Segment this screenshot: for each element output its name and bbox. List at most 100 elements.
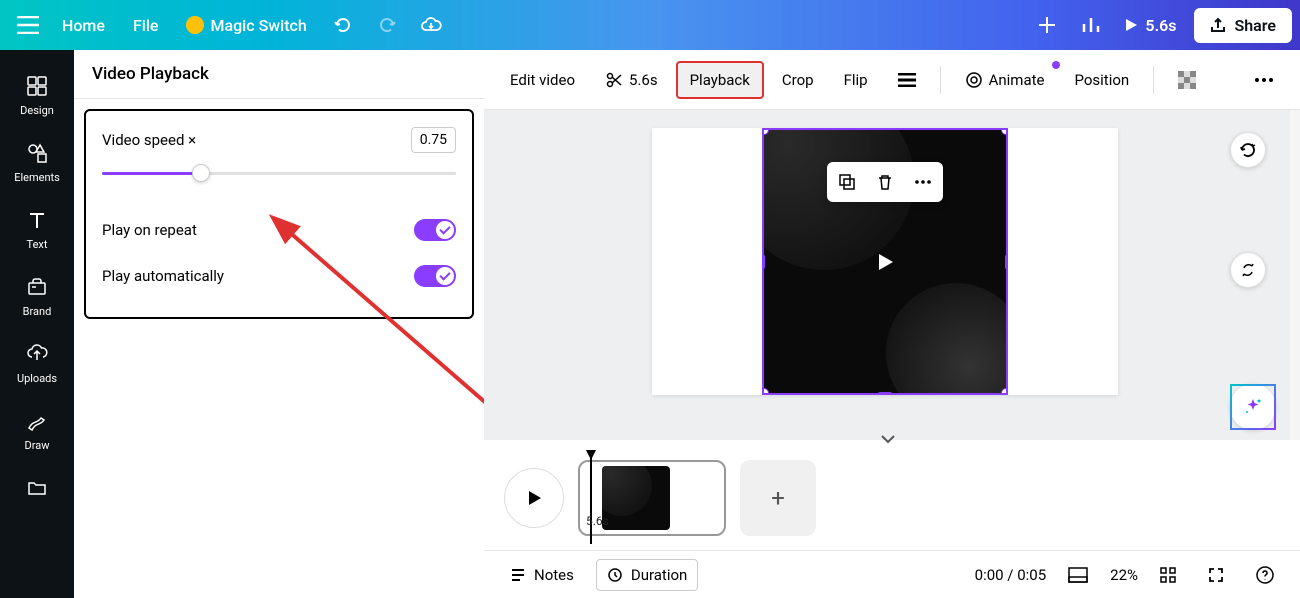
delete-button[interactable] (873, 170, 897, 194)
speed-slider[interactable] (102, 163, 456, 183)
elements-icon (25, 141, 49, 165)
help-button[interactable] (1246, 560, 1284, 590)
video-element[interactable] (762, 128, 1008, 395)
undo-button[interactable] (321, 5, 365, 45)
trim-label: 5.6s (629, 71, 658, 89)
sidebar-item-label: Draw (25, 439, 50, 452)
redo-button[interactable] (365, 5, 409, 45)
clock-icon (607, 567, 623, 583)
animate-label: Animate (989, 71, 1045, 89)
sidebar-item-draw[interactable]: Draw (0, 397, 74, 464)
share-label: Share (1234, 16, 1276, 35)
playhead[interactable] (590, 454, 592, 544)
text-icon (25, 208, 49, 232)
notes-button[interactable]: Notes (500, 560, 584, 590)
sidebar-item-design[interactable]: Design (0, 62, 74, 129)
resize-handle[interactable] (877, 392, 893, 395)
page[interactable] (652, 128, 1118, 395)
sync-button[interactable] (1230, 252, 1266, 288)
left-sidebar: Design Elements Text Brand Uploads Draw (0, 50, 74, 598)
play-icon (1123, 17, 1139, 33)
panel-title: Video Playback (74, 50, 484, 99)
top-header: Home File Magic Switch 5.6s Share (0, 0, 1300, 50)
element-float-toolbar (827, 162, 943, 202)
magic-switch-icon (186, 16, 204, 34)
regenerate-button[interactable] (1230, 132, 1266, 168)
element-more-button[interactable] (911, 170, 935, 194)
grid-view-button[interactable] (1150, 561, 1186, 589)
more-button[interactable] (1242, 69, 1286, 91)
design-icon (25, 74, 49, 98)
position-button[interactable]: Position (1062, 63, 1141, 97)
resize-handle[interactable] (762, 254, 765, 270)
video-play-icon[interactable] (874, 251, 896, 273)
ai-assist-button[interactable] (1230, 384, 1276, 430)
repeat-toggle[interactable] (414, 219, 456, 241)
menu-button[interactable] (8, 5, 48, 45)
sidebar-item-elements[interactable]: Elements (0, 129, 74, 196)
scissors-icon (605, 71, 623, 89)
resize-handle[interactable] (762, 388, 769, 395)
transparency-icon (1178, 71, 1196, 89)
resize-handle[interactable] (1001, 388, 1008, 395)
timeline-play-button[interactable] (504, 468, 564, 528)
timeline-clip[interactable]: 5.6s (578, 460, 726, 536)
sidebar-item-label: Elements (14, 171, 60, 184)
folder-icon (25, 476, 49, 500)
speed-input[interactable]: 0.75 (411, 127, 456, 153)
share-button[interactable]: Share (1194, 8, 1292, 43)
animate-button[interactable]: Animate (953, 63, 1057, 97)
edit-video-button[interactable]: Edit video (498, 63, 587, 97)
transparency-button[interactable] (1166, 63, 1208, 97)
bottom-bar: Notes Duration 0:00 / 0:05 22% (484, 550, 1300, 598)
fullscreen-button[interactable] (1198, 561, 1234, 589)
trim-button[interactable]: 5.6s (593, 63, 670, 97)
magic-switch-button[interactable]: Magic Switch (172, 8, 320, 43)
context-toolbar: Edit video 5.6s Playback Crop Flip Anima… (484, 50, 1300, 110)
notes-label: Notes (534, 566, 574, 584)
resize-handle[interactable] (1005, 254, 1008, 270)
auto-label: Play automatically (102, 267, 224, 285)
side-panel: Video Playback Video speed × 0.75 Play o… (74, 50, 484, 598)
canvas-area[interactable] (484, 110, 1290, 440)
dots-icon (1254, 77, 1274, 83)
sidebar-item-brand[interactable]: Brand (0, 263, 74, 330)
view-pages-button[interactable] (1058, 561, 1098, 589)
align-icon (898, 73, 916, 87)
draw-icon (25, 409, 49, 433)
sidebar-item-label: Uploads (17, 372, 57, 385)
auto-toggle[interactable] (414, 265, 456, 287)
flip-button[interactable]: Flip (832, 63, 880, 97)
timeline: 5.6s + (484, 448, 1300, 548)
sidebar-item-projects[interactable] (0, 464, 74, 512)
vertical-scrollbar[interactable] (1290, 110, 1300, 440)
duration-button[interactable]: Duration (596, 559, 698, 591)
sidebar-item-label: Brand (23, 305, 52, 318)
time-display: 0:00 / 0:05 (975, 566, 1046, 584)
zoom-display[interactable]: 22% (1110, 566, 1138, 584)
animate-icon (965, 71, 983, 89)
analytics-button[interactable] (1069, 5, 1113, 45)
sidebar-item-uploads[interactable]: Uploads (0, 330, 74, 397)
add-button[interactable] (1025, 5, 1069, 45)
uploads-icon (25, 342, 49, 366)
clip-duration: 5.6s (586, 514, 609, 528)
resize-handle[interactable] (1001, 128, 1008, 135)
home-button[interactable]: Home (48, 8, 119, 43)
add-page-button[interactable]: + (740, 460, 816, 536)
magic-switch-label: Magic Switch (210, 16, 306, 35)
align-button[interactable] (886, 65, 928, 95)
duplicate-button[interactable] (835, 170, 859, 194)
cloud-save-icon[interactable] (409, 5, 453, 45)
playback-button[interactable]: Playback (676, 61, 764, 99)
sidebar-item-label: Design (20, 104, 54, 117)
sidebar-item-text[interactable]: Text (0, 196, 74, 263)
collapse-timeline-button[interactable] (880, 434, 896, 444)
sidebar-item-label: Text (27, 238, 48, 251)
repeat-label: Play on repeat (102, 221, 197, 239)
present-button[interactable]: 5.6s (1113, 8, 1186, 43)
crop-button[interactable]: Crop (770, 63, 826, 97)
animate-indicator-dot (1052, 61, 1060, 69)
duration-label: Duration (631, 566, 687, 584)
file-button[interactable]: File (119, 8, 173, 43)
